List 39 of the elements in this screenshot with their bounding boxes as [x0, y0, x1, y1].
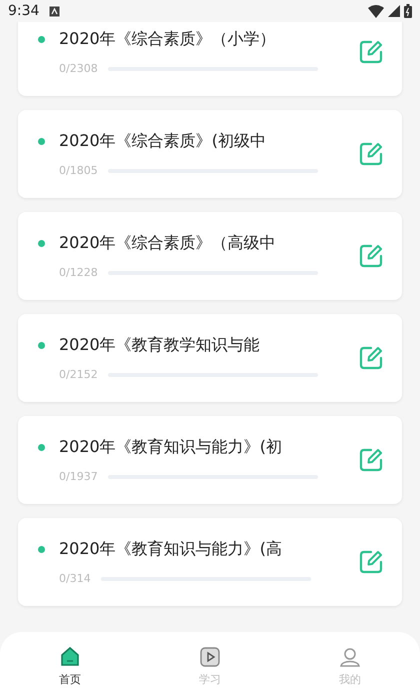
bullet-dot [38, 138, 45, 145]
progress-count: 0/314 [59, 572, 91, 585]
edit-icon[interactable] [358, 447, 384, 473]
signal-icon [388, 5, 400, 17]
course-card[interactable]: 2020年《教育知识与能力》(初 0/1937 [18, 416, 402, 504]
notification-icon [49, 6, 60, 16]
bullet-dot [38, 36, 45, 43]
nav-tab[interactable]: 首页 [35, 646, 105, 686]
bullet-dot [38, 546, 45, 553]
bullet-dot [38, 342, 45, 349]
progress-count: 0/2308 [59, 62, 98, 75]
edit-icon[interactable] [358, 141, 384, 167]
user-icon [339, 646, 361, 668]
edit-icon[interactable] [358, 345, 384, 371]
progress-count: 0/2152 [59, 368, 98, 381]
course-card[interactable]: 2020年《教育教学知识与能 0/2152 [18, 314, 402, 402]
course-title: 2020年《教育知识与能力》(高 [59, 539, 282, 560]
wifi-icon [368, 4, 384, 18]
progress-count: 0/1805 [59, 164, 98, 177]
edit-icon[interactable] [358, 549, 384, 575]
battery-icon [404, 4, 412, 18]
home-icon [59, 646, 81, 668]
bullet-dot [38, 240, 45, 247]
course-title: 2020年《教育知识与能力》(初 [59, 437, 282, 458]
edit-icon[interactable] [358, 39, 384, 65]
status-time: 9:34 [8, 3, 40, 19]
course-title: 2020年《教育教学知识与能 [59, 335, 260, 356]
course-title: 2020年《综合素质》（高级中 [59, 233, 276, 254]
bullet-dot [38, 444, 45, 451]
progress-count: 0/1228 [59, 266, 98, 279]
course-title: 2020年《综合素质》(初级中 [59, 131, 266, 152]
course-card[interactable]: 2020年《综合素质》（小学） 0/2308 [18, 22, 402, 96]
course-card[interactable]: 2020年《综合素质》(初级中 0/1805 [18, 110, 402, 198]
course-card[interactable]: 2020年《教育知识与能力》(高 0/314 [18, 518, 402, 606]
course-title: 2020年《综合素质》（小学） [59, 29, 276, 50]
progress-count: 0/1937 [59, 470, 98, 483]
course-card[interactable]: 2020年《综合素质》（高级中 0/1228 [18, 212, 402, 300]
edit-icon[interactable] [358, 243, 384, 269]
play-icon [199, 646, 221, 668]
